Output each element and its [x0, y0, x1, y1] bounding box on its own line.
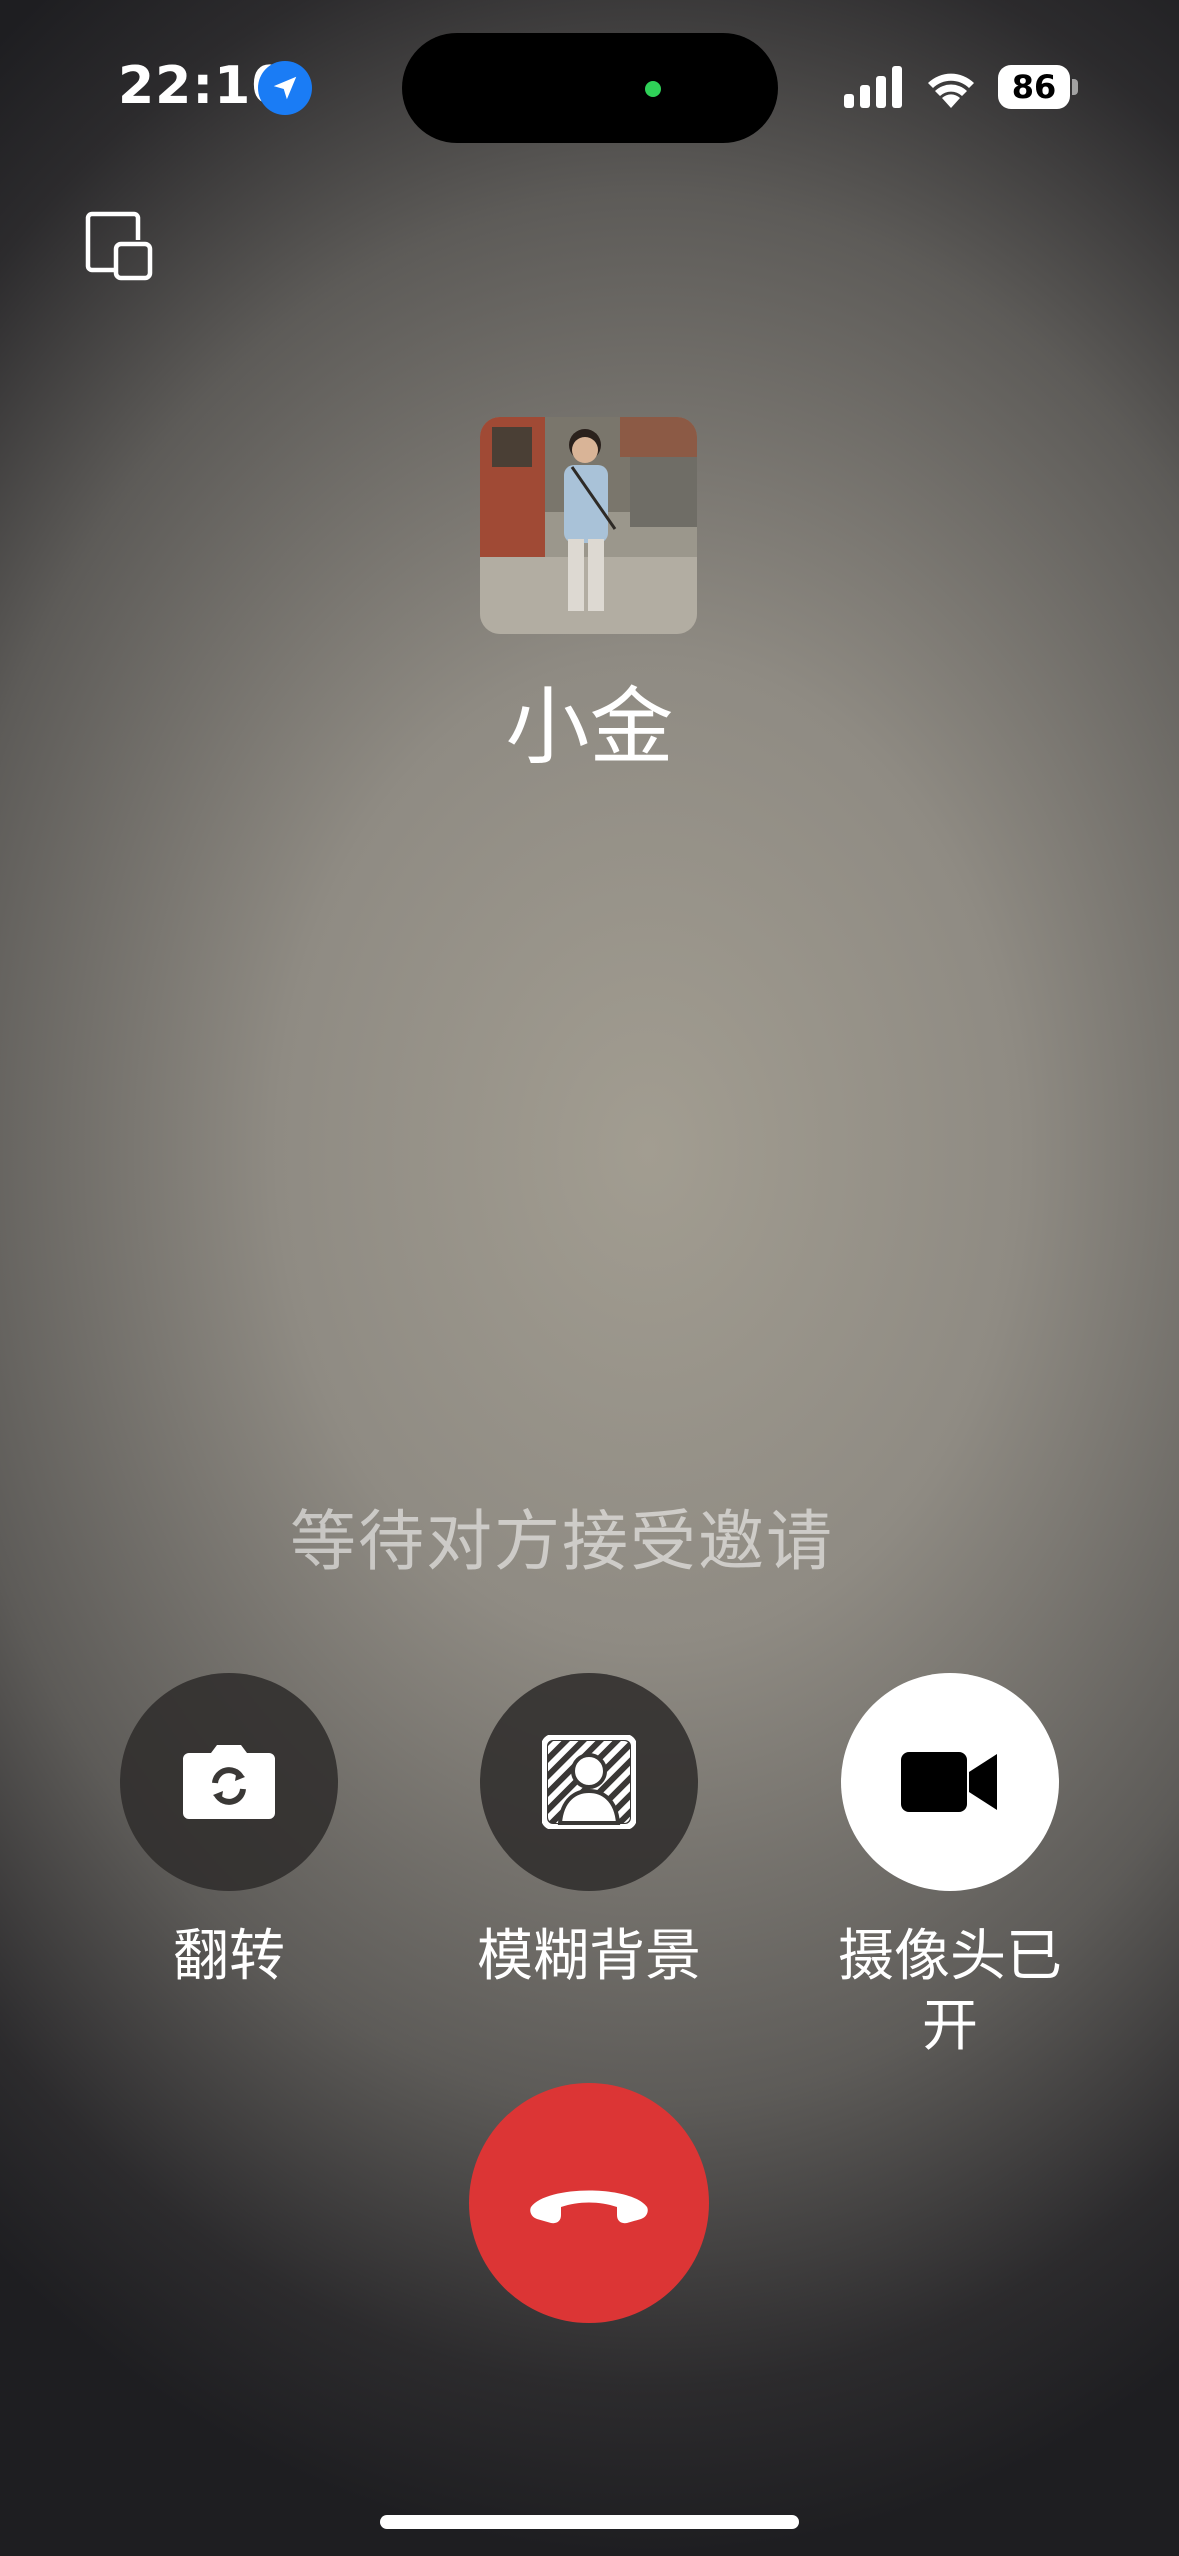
camera-label-line2: 开 — [922, 1994, 978, 2059]
blur-background-button[interactable] — [480, 1673, 698, 1891]
picture-in-picture-icon[interactable] — [84, 210, 156, 282]
location-arrow-icon — [258, 61, 312, 115]
camera-indicator-dot — [645, 81, 661, 97]
camera-label-line1: 摄像头已 — [838, 1924, 1062, 1989]
flip-camera-icon — [183, 1745, 275, 1819]
camera-toggle-label: 摄像头已 开 — [800, 1922, 1100, 2062]
hang-up-phone-icon — [530, 2190, 648, 2224]
video-camera-icon — [901, 1752, 997, 1812]
blur-background-label: 模糊背景 — [477, 1924, 701, 1989]
blur-background-icon — [542, 1735, 636, 1829]
home-indicator[interactable] — [380, 2515, 799, 2529]
caller-name: 小金 — [505, 678, 674, 776]
cellular-signal-icon — [844, 64, 906, 110]
battery-level: 86 — [998, 65, 1070, 109]
camera-toggle-button[interactable] — [841, 1673, 1059, 1891]
hang-up-button[interactable] — [469, 2083, 709, 2323]
flip-camera-button[interactable] — [120, 1673, 338, 1891]
flip-camera-label: 翻转 — [173, 1924, 285, 1989]
avatar — [480, 417, 697, 634]
battery-icon: 86 — [998, 65, 1078, 109]
call-status-text: 等待对方接受邀请 — [290, 1503, 834, 1580]
wifi-icon — [925, 66, 977, 108]
dynamic-island — [402, 33, 778, 143]
